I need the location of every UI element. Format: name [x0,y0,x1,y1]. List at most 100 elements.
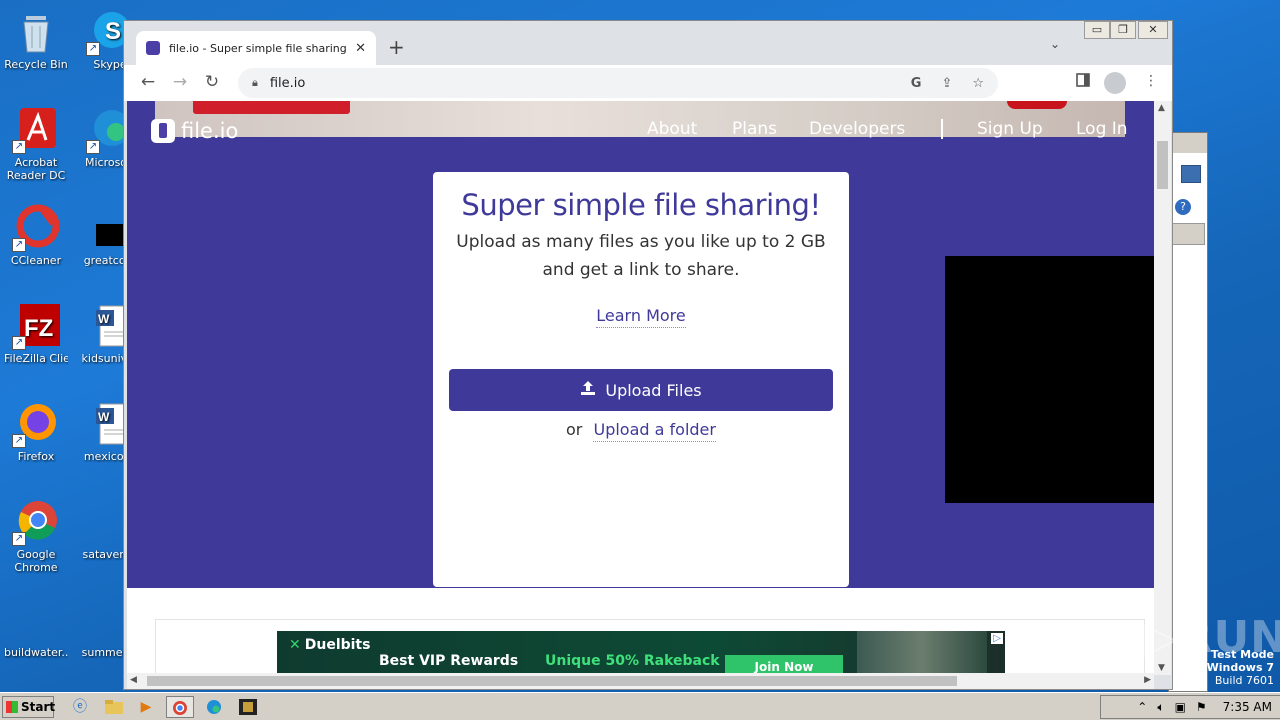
taskbar-ie-icon[interactable]: ⓔ [66,696,94,718]
nav-log-in[interactable]: Log In [1076,119,1128,139]
page-viewport: file.io About Plans Developers Sign Up L… [127,101,1154,675]
svg-text:FZ: FZ [24,315,53,342]
site-logo[interactable]: file.io [151,119,238,143]
tab-strip: file.io - Super simple file sharing ✕ + … [124,21,1172,65]
vertical-scrollbar[interactable]: ▲ ▼ [1154,101,1171,675]
scroll-down-arrow-icon[interactable]: ▼ [1158,663,1165,673]
action-center-flag-icon[interactable]: ⚑ [1196,700,1207,714]
start-button[interactable]: Start [2,696,56,718]
nav-divider [941,119,943,139]
desktop-icon-label: CCleaner [10,254,62,267]
help-icon[interactable]: ? [1175,199,1191,215]
tray-expand-icon[interactable]: ⌃ [1137,700,1147,714]
subheadline-line: Upload as many files as you like up to 2… [456,232,826,252]
nav-developers[interactable]: Developers [809,119,905,139]
minimize-button[interactable]: ▭ [1084,21,1110,39]
scroll-up-arrow-icon[interactable]: ▲ [1158,103,1165,113]
desktop-icon-recycle-bin[interactable]: Recycle Bin [4,8,68,71]
start-label: Start [21,700,56,714]
upload-card: Super simple file sharing! Upload as man… [433,172,849,587]
share-icon[interactable]: ⇪ [941,76,952,91]
back-button[interactable]: ← [136,71,160,95]
test-mode-line: Build 7601 [1214,674,1274,687]
svg-text:W: W [98,312,110,326]
logo-text: file.io [181,119,239,143]
learn-more-link[interactable]: Learn More [596,306,686,328]
taskbar-media-player-icon[interactable]: ▶ [132,696,160,718]
headline: Super simple file sharing! [461,188,821,222]
upload-files-label: Upload Files [605,380,702,400]
lock-icon[interactable]: 🔒︎ [252,76,258,90]
close-window-button[interactable]: ✕ [1138,21,1168,39]
firefox-icon: ↗ [12,400,60,448]
nav-sign-up[interactable]: Sign Up [977,119,1043,139]
taskbar-chrome-icon[interactable] [166,696,194,718]
bookmark-star-icon[interactable]: ☆ [972,76,984,91]
upload-files-button[interactable]: Upload Files [449,369,833,411]
ad-offer: Unique 50% Rakeback [545,653,720,669]
background-window-titlebar [1169,133,1207,153]
nav-plans[interactable]: Plans [732,119,777,139]
browser-toolbar: ← → ↻ 🔒︎ file.io G ⇪ ☆ ⋮ [124,65,1172,101]
browser-window[interactable]: file.io - Super simple file sharing ✕ + … [123,20,1173,690]
background-window[interactable]: ? [1168,132,1208,692]
filezilla-icon: FZ ↗ [12,302,60,350]
ad-image [857,631,987,675]
desktop-icon-firefox[interactable]: ↗ Firefox [4,400,68,463]
desktop-icon-acrobat[interactable]: ↗ Acrobat Reader DC [4,106,68,182]
new-tab-button[interactable]: + [388,35,405,59]
clock[interactable]: 7:35 AM [1223,700,1272,714]
desktop-icon-filezilla[interactable]: FZ ↗ FileZilla Client [4,302,68,365]
address-bar[interactable]: 🔒︎ file.io G ⇪ ☆ [238,68,998,98]
test-mode-line: Test Mode [1211,648,1274,661]
system-tray: ⌃ 🔈︎ ▣ ⚑ 7:35 AM [1100,695,1280,719]
taskbar-edge-icon[interactable] [200,696,228,718]
adchoices-icon[interactable]: ▷ [991,633,1003,644]
taskbar-app-icon[interactable] [234,696,262,718]
tab-search-icon[interactable]: ⌄ [1050,37,1060,51]
scrollbar-thumb[interactable] [1157,141,1168,189]
desktop-icon-ccleaner[interactable]: ↗ CCleaner [4,204,68,267]
side-panel-icon[interactable] [1076,73,1090,91]
chrome-icon: ↗ [12,498,60,546]
or-text: or [566,420,583,439]
acrobat-icon: ↗ [12,106,60,154]
background-window-field[interactable] [1171,223,1205,245]
scroll-right-arrow-icon[interactable]: ▶ [1144,675,1151,685]
desktop-icon-chrome[interactable]: ↗ Google Chrome [4,498,68,574]
svg-text:S: S [105,18,121,45]
google-icon[interactable]: G [911,76,922,91]
url-text[interactable]: file.io [270,76,891,91]
hero-banner-red-shape [193,101,350,114]
windows-logo-icon [6,701,18,713]
nav-about[interactable]: About [647,119,697,139]
desktop-icon-label: Firefox [17,450,55,463]
svg-text:W: W [98,410,110,424]
volume-icon[interactable]: 🔈︎ [1157,700,1164,715]
desktop-icon-label: Acrobat Reader DC [6,156,66,182]
taskbar-explorer-icon[interactable] [100,696,128,718]
browser-tab-active[interactable]: file.io - Super simple file sharing ✕ [136,31,376,65]
advertisement-banner[interactable]: ✕ Duelbits Best VIP Rewards Unique 50% Ra… [277,631,1005,675]
recycle-bin-icon [12,8,60,56]
video-player[interactable] [945,256,1154,503]
ad-join-button[interactable]: Join Now [725,655,843,675]
maximize-button[interactable]: ❐ [1110,21,1136,39]
tab-close-icon[interactable]: ✕ [355,41,366,56]
desktop-icon-label: FileZilla Client [4,352,68,365]
blank-file-icon [12,596,60,644]
taskbar: Start ⓔ ▶ ⌃ 🔈︎ ▣ ⚑ 7:35 AM [0,692,1280,720]
profile-avatar[interactable] [1104,72,1126,98]
search-icon[interactable] [1181,165,1201,183]
menu-kebab-icon[interactable]: ⋮ [1144,73,1158,89]
network-icon[interactable]: ▣ [1175,700,1186,714]
horizontal-scrollbar[interactable]: ◀ ▶ [127,673,1154,689]
forward-button[interactable]: → [168,71,192,95]
upload-folder-link[interactable]: Upload a folder [593,420,716,442]
subheadline-line: and get a link to share. [542,260,740,280]
scrollbar-thumb[interactable] [147,676,957,686]
desktop-icon-buildwater[interactable]: buildwater.... [4,596,68,659]
test-mode-line: Windows 7 [1206,661,1274,674]
reload-button[interactable]: ↻ [200,71,224,95]
scroll-left-arrow-icon[interactable]: ◀ [130,675,137,685]
